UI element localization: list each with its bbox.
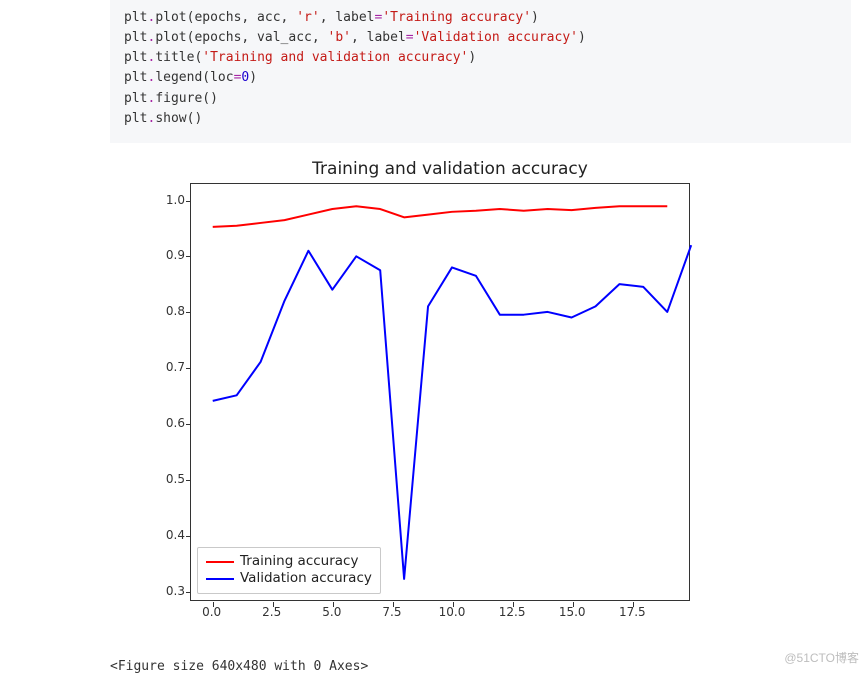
y-tick-label: 0.8 bbox=[110, 304, 185, 318]
chart-legend: Training accuracyValidation accuracy bbox=[197, 547, 381, 594]
x-tick-label: 5.0 bbox=[322, 605, 341, 619]
y-tick-label: 0.6 bbox=[110, 416, 185, 430]
y-tick-label: 0.9 bbox=[110, 248, 185, 262]
watermark: @51CTO博客 bbox=[784, 649, 859, 666]
chart-figure: Training and validation accuracy 0.30.40… bbox=[110, 155, 750, 635]
y-tick-label: 0.5 bbox=[110, 472, 185, 486]
series-line bbox=[213, 206, 668, 227]
plot-area: Training accuracyValidation accuracy bbox=[190, 183, 690, 601]
y-tick-label: 0.3 bbox=[110, 584, 185, 598]
y-tick-label: 1.0 bbox=[110, 193, 185, 207]
x-tick-label: 0.0 bbox=[202, 605, 221, 619]
legend-item: Training accuracy bbox=[206, 553, 372, 571]
x-tick-label: 2.5 bbox=[262, 605, 281, 619]
output-area: Training and validation accuracy 0.30.40… bbox=[110, 155, 851, 674]
legend-label: Training accuracy bbox=[240, 553, 358, 571]
legend-swatch bbox=[206, 578, 234, 580]
x-tick-label: 10.0 bbox=[439, 605, 466, 619]
legend-swatch bbox=[206, 561, 234, 563]
series-line bbox=[213, 245, 691, 579]
x-tick-label: 17.5 bbox=[619, 605, 646, 619]
code-cell: plt.plot(epochs, acc, 'r', label='Traini… bbox=[110, 0, 851, 143]
x-tick-label: 7.5 bbox=[382, 605, 401, 619]
x-tick-label: 12.5 bbox=[499, 605, 526, 619]
x-tick-label: 15.0 bbox=[559, 605, 586, 619]
chart-title: Training and validation accuracy bbox=[110, 159, 750, 179]
x-axis-ticks: 0.0 2.5 5.0 7.5 10.0 12.5 15.0 17.5 bbox=[190, 601, 690, 621]
legend-item: Validation accuracy bbox=[206, 570, 372, 588]
legend-label: Validation accuracy bbox=[240, 570, 372, 588]
y-tick-label: 0.7 bbox=[110, 360, 185, 374]
y-axis-ticks: 0.3 0.4 0.5 0.6 0.7 0.8 0.9 1.0 bbox=[110, 183, 185, 601]
figure-size-output: <Figure size 640x480 with 0 Axes> bbox=[110, 659, 851, 674]
y-tick-label: 0.4 bbox=[110, 528, 185, 542]
chart-lines bbox=[191, 184, 689, 600]
